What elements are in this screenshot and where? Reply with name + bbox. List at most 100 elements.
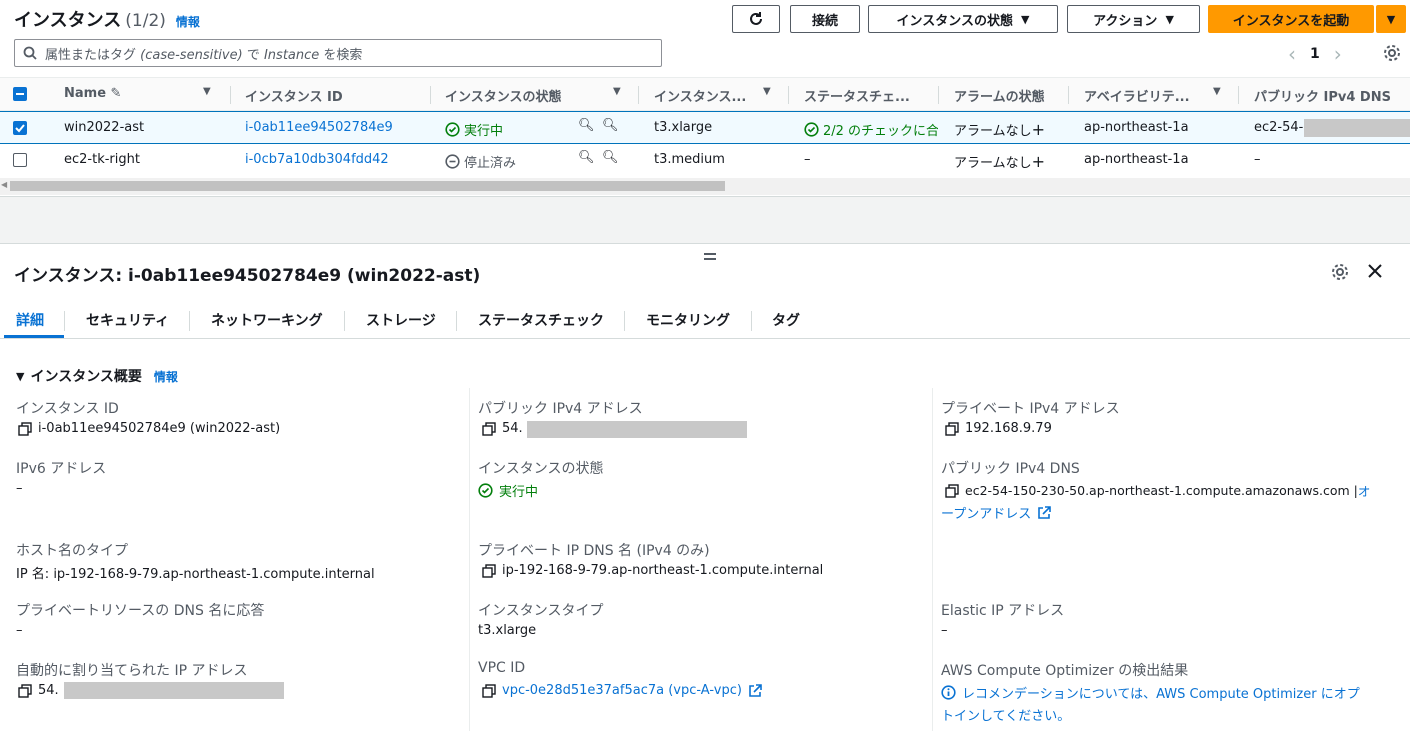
instance-state-label: インスタンスの状態 [896,13,1013,29]
open-address-link[interactable]: オ [1358,481,1371,500]
tab-status-checks[interactable]: ステータスチェック [478,310,604,330]
page-number[interactable]: 1 [1310,46,1320,62]
tab-details[interactable]: 詳細 [16,310,44,330]
zoom-out-icon[interactable]: 🔍︎ [602,118,619,133]
search-input[interactable]: 属性またはタグ (case-sensitive) で Instance を検索 [14,39,662,67]
column-header-instance-type[interactable]: インスタンス... [654,86,746,105]
check-circle-icon [804,122,819,137]
instance-state-dropdown[interactable]: インスタンスの状態 ▼ [868,5,1058,33]
sort-icon[interactable]: ▼ [613,86,621,97]
gear-icon[interactable] [1330,262,1350,282]
tab-monitoring[interactable]: モニタリング [646,310,730,330]
compute-optimizer-link[interactable]: レコメンデーションについては、AWS Compute Optimizer にオプ [941,683,1360,702]
column-header-instance-id[interactable]: インスタンス ID [245,86,343,105]
label-compute-optimizer: AWS Compute Optimizer の検出結果 [941,663,1189,679]
value-ipv6: – [16,481,23,496]
cell-instance-type: t3.xlarge [654,120,713,135]
add-alarm-icon[interactable]: + [1032,120,1045,139]
copy-icon[interactable] [482,683,496,698]
copy-icon[interactable] [482,421,496,436]
redacted-region [1304,119,1410,137]
column-header-instance-state[interactable]: インスタンスの状態 [445,86,561,105]
value-instance-id: i-0ab11ee94502784e9 (win2022-ast) [18,421,280,436]
info-link[interactable]: 情報 [176,13,200,30]
column-header-availability-zone[interactable]: アベイラビリテ... [1084,86,1190,105]
select-all-checkbox[interactable] [13,87,27,101]
tab-security[interactable]: セキュリティ [86,310,169,330]
table-header: Name ✎ ▼ インスタンス ID インスタンスの状態 ▼ インスタンス...… [0,77,1410,111]
horizontal-scrollbar[interactable]: ◀ [0,178,1410,195]
launch-dropdown-button[interactable]: ▼ [1376,5,1406,33]
value-elastic-ip: – [941,623,948,638]
label-instance-state: インスタンスの状態 [478,461,604,477]
gear-icon[interactable] [1382,43,1402,63]
value-vpc-id-link[interactable]: vpc-0e28d51e37af5ac7a (vpc-A-vpc) [482,683,762,698]
search-placeholder: 属性またはタグ (case-sensitive) で Instance を検索 [45,47,363,63]
copy-icon[interactable] [482,563,496,578]
copy-icon[interactable] [18,683,32,698]
scroll-left-icon[interactable]: ◀ [1,180,7,189]
tab-networking[interactable]: ネットワーキング [211,310,323,330]
row-checkbox[interactable] [13,121,27,135]
label-answer-dns: プライベートリソースの DNS 名に応答 [16,603,265,619]
close-icon[interactable] [1366,262,1384,280]
table-row[interactable]: ec2-tk-right i-0cb7a10db304fdd42 停止済み 🔍︎… [0,144,1410,177]
column-header-public-dns[interactable]: パブリック IPv4 DNS [1254,86,1391,105]
caret-down-icon: ▼ [16,369,25,383]
table-row[interactable]: win2022-ast i-0ab11ee94502784e9 実行中 🔍︎ 🔍… [0,111,1410,144]
sort-icon[interactable]: ▼ [203,86,211,97]
column-header-status-check[interactable]: ステータスチェ... [804,86,910,105]
instances-list-panel: インスタンス (1/2) 情報 接続 インスタンスの状態 ▼ アクション ▼ インス… [0,0,1410,196]
refresh-button[interactable] [732,5,780,33]
value-instance-type: t3.xlarge [478,623,537,638]
value-public-ipv4: 54. [482,421,523,436]
search-icon [23,46,37,60]
label-instance-id: インスタンス ID [16,401,119,417]
prev-page-icon[interactable]: ‹ [1288,42,1296,66]
page-title: インスタンス [14,10,122,31]
check-circle-icon [445,122,460,137]
row-checkbox[interactable] [13,153,27,167]
refresh-icon [750,12,762,25]
sort-icon[interactable]: ▼ [1213,86,1221,97]
zoom-in-icon[interactable]: 🔍︎ [578,118,595,133]
launch-label: インスタンスを起動 [1232,13,1350,29]
actions-dropdown[interactable]: アクション ▼ [1067,5,1200,33]
value-public-dns: ec2-54-150-230-50.ap-northeast-1.compute… [945,481,1370,500]
scrollbar-thumb[interactable] [10,181,725,191]
column-header-name[interactable]: Name ✎ [64,86,121,101]
split-panel-divider[interactable] [0,196,1410,260]
compute-optimizer-link-cont[interactable]: トインしてください。 [941,705,1070,724]
sort-icon[interactable]: ▼ [763,86,771,97]
zoom-in-icon[interactable]: 🔍︎ [578,150,595,165]
page-header: インスタンス (1/2) 情報 [14,6,200,32]
tab-storage[interactable]: ストレージ [366,310,436,330]
active-tab-indicator [4,335,64,338]
cell-state: 実行中 [445,120,503,139]
copy-icon[interactable] [18,421,32,436]
copy-icon[interactable] [945,483,959,498]
column-header-alarm-status[interactable]: アラームの状態 [954,86,1045,105]
tab-tags[interactable]: タグ [772,310,800,330]
cell-state: 停止済み [445,152,516,171]
next-page-icon[interactable]: › [1334,42,1342,66]
redacted-region [64,682,284,699]
value-instance-state: 実行中 [478,481,538,500]
add-alarm-icon[interactable]: + [1032,152,1045,171]
connect-button[interactable]: 接続 [790,5,860,33]
drag-handle-icon[interactable] [704,253,716,263]
cell-instance-id-link[interactable]: i-0ab11ee94502784e9 [245,120,393,135]
open-address-link[interactable]: ープンアドレス [941,503,1052,522]
section-header[interactable]: ▼ インスタンス概要 情報 [16,366,178,386]
cell-instance-id-link[interactable]: i-0cb7a10db304fdd42 [245,152,389,167]
redacted-region [527,421,747,438]
external-link-icon [1038,505,1052,519]
info-link[interactable]: 情報 [154,368,178,385]
detail-title: インスタンス: i-0ab11ee94502784e9 (win2022-ast… [14,266,481,286]
launch-instances-button[interactable]: インスタンスを起動 [1208,5,1374,33]
caret-down-icon: ▼ [1386,12,1396,26]
cell-alarm: アラームなし+ [954,152,1046,171]
cell-status-check: – [804,152,811,167]
copy-icon[interactable] [945,421,959,436]
zoom-out-icon[interactable]: 🔍︎ [602,150,619,165]
